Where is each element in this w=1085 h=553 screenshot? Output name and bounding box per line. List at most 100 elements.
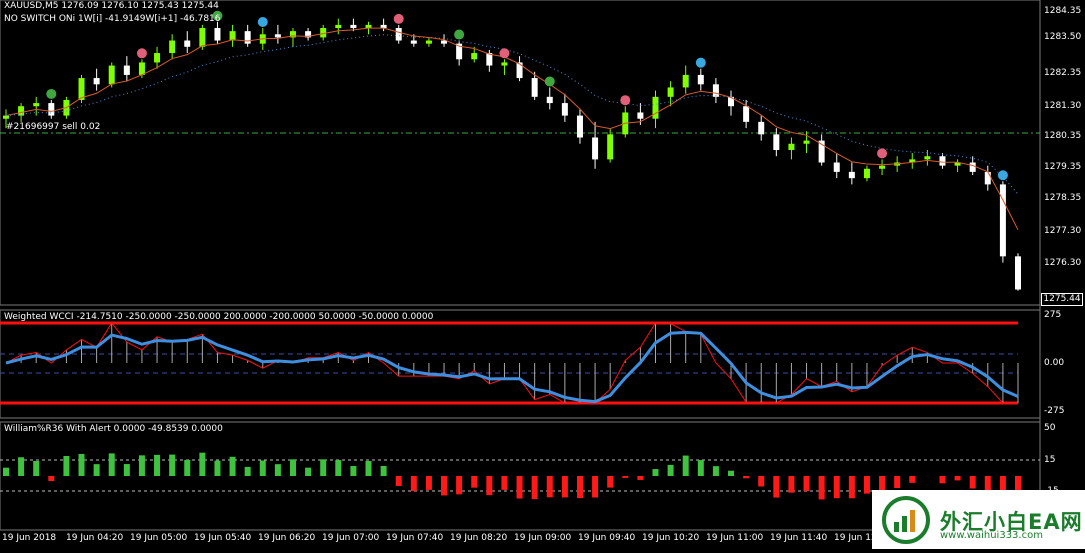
williams-bar-up — [289, 459, 296, 476]
bear-candle — [546, 96, 553, 104]
bear-candle — [743, 106, 750, 122]
bull-candle — [863, 168, 870, 179]
price-axis-label: 1276.30 — [1044, 257, 1082, 268]
bear-candle — [93, 78, 100, 85]
bull-candle — [667, 87, 674, 97]
signal-marker — [544, 76, 555, 87]
williams-bar-down — [939, 476, 946, 484]
signal-markers — [46, 10, 1008, 181]
williams-bar-up — [33, 461, 40, 476]
bull-candle — [924, 156, 931, 160]
williams-bar-up — [3, 467, 9, 476]
williams-bar-down — [456, 476, 463, 495]
williams-bar-up — [667, 464, 674, 476]
williams-bar-up — [63, 456, 70, 476]
williams-bar-down — [954, 476, 961, 481]
price-axis-label: 1283.50 — [1044, 32, 1082, 43]
williams-bar-down — [848, 476, 855, 499]
logo-icon — [882, 496, 930, 544]
wcci-axis-zero: 0.00 — [1044, 358, 1065, 368]
williams-bar-down — [410, 476, 417, 491]
williams-bar-down — [969, 476, 976, 489]
bull-candle — [803, 140, 810, 144]
williams-bar-down — [425, 476, 432, 490]
bear-candle — [1015, 256, 1021, 290]
signal-marker — [499, 48, 510, 59]
wcci-main-line — [5, 330, 1019, 404]
williams-bar-up — [305, 467, 312, 476]
williams-bar-up — [335, 460, 342, 476]
time-axis-label: 19 Jun 12 — [834, 533, 877, 543]
time-axis-label: 19 Jun 11:00 — [706, 533, 764, 543]
williams-bar-up — [199, 452, 206, 476]
bear-candle — [395, 28, 402, 41]
bear-candle — [274, 34, 281, 38]
bear-candle — [697, 74, 704, 85]
bull-candle — [365, 24, 372, 29]
time-axis-label: 19 Jun 2018 — [2, 533, 57, 543]
bull-candle — [425, 40, 432, 44]
bull-candle — [3, 115, 9, 119]
watermark-logo: 外汇小白EA网 www.waihui333.com — [872, 490, 1085, 549]
chart-canvas[interactable] — [0, 0, 1085, 549]
williams-bar-down — [546, 476, 553, 498]
williams-bar-down — [561, 476, 568, 498]
williams-bar-down — [909, 476, 916, 483]
williams-bar-up — [274, 464, 281, 476]
price-axis-label: 1284.35 — [1044, 5, 1082, 16]
bear-candle — [48, 103, 55, 116]
current-price-tag: 1275.44 — [1041, 293, 1083, 306]
bear-candle — [592, 137, 599, 160]
bear-candle — [576, 115, 583, 138]
bear-candle — [410, 40, 417, 44]
williams-bar-up — [728, 470, 735, 476]
price-axis-label: 1280.35 — [1044, 130, 1082, 141]
bear-candle — [350, 24, 357, 29]
bull-candle — [471, 53, 478, 60]
williams-bar-up — [78, 453, 85, 476]
williams-bar-down — [788, 476, 795, 493]
williams-bar-up — [320, 459, 327, 476]
symbol-header: XAUUSD,M5 1276.09 1276.10 1275.43 1275.4… — [4, 1, 219, 11]
signal-marker — [393, 13, 404, 24]
williams-bar-up — [350, 466, 357, 476]
williams-bar-up — [682, 455, 689, 476]
williams-bar-down — [516, 476, 523, 499]
williams-bar-up — [138, 455, 145, 476]
williams-bar-up — [108, 453, 115, 476]
williams-bar-up — [18, 457, 25, 476]
williams-bar-down — [48, 476, 55, 481]
bear-candle — [214, 28, 221, 41]
williams-bar-down — [471, 476, 478, 488]
wcci-axis-top: 275 — [1044, 310, 1062, 320]
time-axis-label: 19 Jun 07:00 — [322, 533, 380, 543]
bull-candle — [652, 96, 659, 119]
bull-candle — [501, 62, 508, 66]
williams-bar-up — [154, 454, 161, 476]
time-axis-label: 19 Jun 11:40 — [770, 533, 828, 543]
bear-candle — [758, 121, 765, 135]
bull-candle — [108, 65, 115, 85]
bear-candle — [244, 31, 251, 44]
williams-bar-up — [229, 456, 236, 476]
bear-candle — [773, 134, 780, 150]
wcci-title: Weighted WCCI -214.7510 -250.0000 -250.0… — [4, 312, 434, 322]
williams-bar-down — [743, 476, 750, 479]
time-axis-label: 19 Jun 09:40 — [578, 533, 636, 543]
bear-candle — [833, 162, 840, 172]
time-axis-label: 19 Jun 09:00 — [514, 533, 572, 543]
bear-candle — [380, 24, 387, 29]
williams-bar-down — [758, 476, 765, 487]
signal-marker — [997, 170, 1008, 181]
bull-candle — [335, 24, 342, 29]
price-axis-label: 1282.35 — [1044, 68, 1082, 79]
time-axis-label: 19 Jun 10:20 — [642, 533, 700, 543]
price-candles — [3, 18, 1021, 291]
bull-candle — [788, 143, 795, 150]
williams-bar-up — [697, 460, 704, 476]
order-label[interactable]: #21696997 sell 0.02 — [6, 122, 100, 132]
bull-candle — [199, 28, 206, 47]
price-axis-label: 1281.30 — [1044, 101, 1082, 112]
williams-bar-down — [773, 476, 780, 498]
williams-bar-down — [592, 476, 599, 498]
